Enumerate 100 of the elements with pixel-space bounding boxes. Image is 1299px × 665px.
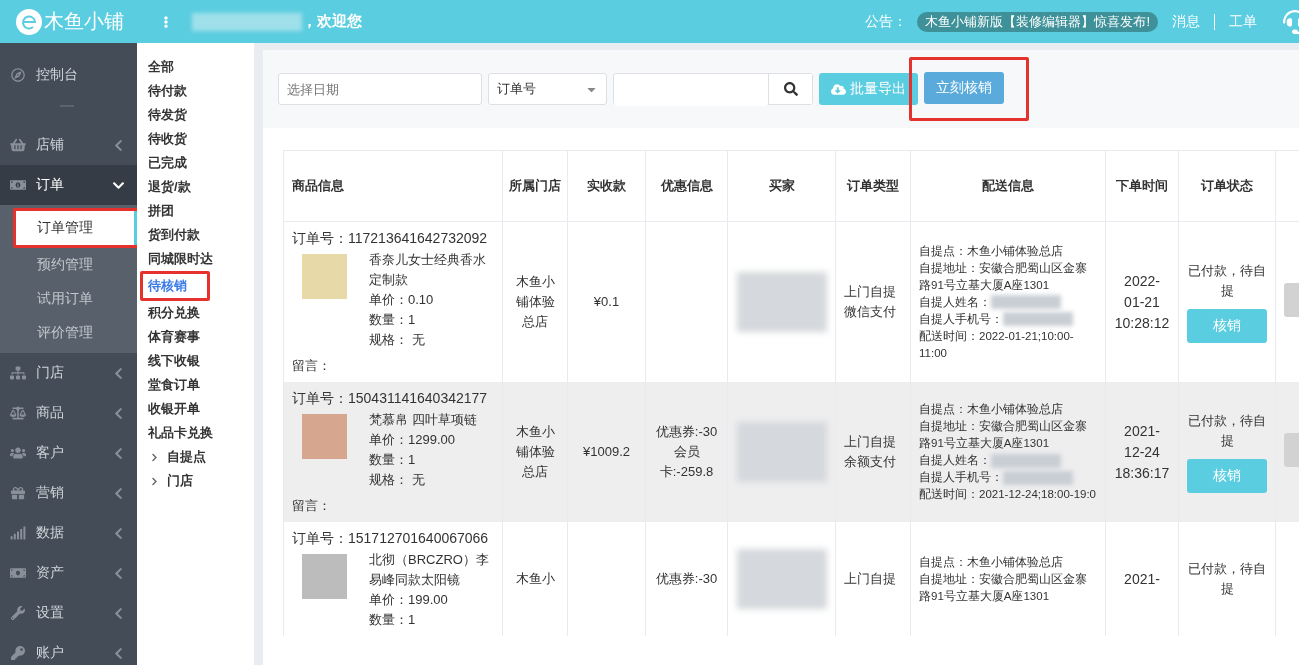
order-type-text: 上门自提 bbox=[844, 570, 897, 588]
sidebar-item[interactable]: 资产 bbox=[0, 553, 137, 593]
sidebar-subitem[interactable]: 订单管理 bbox=[16, 211, 137, 245]
chevron-right-icon bbox=[150, 452, 159, 462]
delivery-text: 自提地址：安徽合肥蜀山区金寨路91号立基大厦A座1301 bbox=[919, 261, 1087, 291]
message-label: 留言： bbox=[292, 357, 332, 375]
logo-icon bbox=[16, 8, 42, 35]
status-filter[interactable]: 门店 bbox=[150, 469, 193, 493]
status-filter[interactable]: 待付款 bbox=[148, 79, 187, 103]
photo-placeholder bbox=[302, 414, 347, 459]
order-time: 2021- bbox=[1124, 570, 1160, 587]
search-type-select[interactable]: 订单号 bbox=[488, 73, 607, 105]
chevron-left-icon bbox=[112, 566, 125, 580]
delivery-text: 自提点：木鱼小铺体验总店 bbox=[919, 555, 1063, 568]
column-header: 实收款 bbox=[567, 150, 646, 222]
sidebar-item[interactable]: 账户 bbox=[0, 633, 137, 665]
chevron-left-icon bbox=[112, 646, 125, 660]
users-icon bbox=[10, 446, 26, 460]
product-detail: 单价：1299.00 bbox=[369, 431, 456, 449]
status-filter[interactable]: 同城限时达 bbox=[148, 247, 213, 271]
product-detail: 单价：199.00 bbox=[369, 591, 449, 609]
chevron-right-icon bbox=[150, 476, 159, 486]
sitemap-icon bbox=[10, 366, 26, 380]
order-number: 订单号：151712701640067066 bbox=[292, 529, 490, 548]
notice-badge[interactable]: 木鱼小铺新版【装修编辑器】惊喜发布! bbox=[917, 11, 1158, 32]
sidebar-subitem[interactable]: 试用订单 bbox=[16, 282, 137, 316]
column-header: 配送信息 bbox=[910, 150, 1106, 222]
column-header: 下单时间 bbox=[1105, 150, 1179, 222]
discount-text: 会员卡:-259.8 bbox=[658, 443, 715, 481]
delivery-text: 自提点：木鱼小铺体验总店 bbox=[919, 403, 1063, 415]
photo-placeholder bbox=[302, 254, 347, 299]
chevron-left-icon bbox=[112, 526, 125, 540]
discount-text: 优惠券:-30 bbox=[654, 570, 719, 588]
sidebar-item[interactable]: 客户 bbox=[0, 433, 137, 473]
blurred-text bbox=[1003, 470, 1073, 485]
status-filter[interactable]: 退货/款 bbox=[148, 175, 191, 199]
blurred-text bbox=[991, 453, 1061, 468]
status-filter[interactable]: 积分兑换 bbox=[148, 301, 200, 325]
sidebar-subitem[interactable]: 预约管理 bbox=[16, 248, 137, 282]
product-name: 香奈儿女士经典香水定制款 bbox=[369, 251, 487, 289]
signal-icon bbox=[10, 526, 26, 540]
product-detail: 数量：1 bbox=[369, 311, 417, 329]
sidebar-item[interactable]: 设置 bbox=[0, 593, 137, 633]
product-name: 北彻（BRCZRO）李易峰同款太阳镜 bbox=[369, 551, 490, 589]
banknote-icon bbox=[10, 178, 26, 192]
search-button[interactable] bbox=[768, 74, 812, 104]
delivery-text: 自提人姓名： bbox=[919, 454, 991, 466]
delivery-text: 配送时间：2022-01-21;10:00-11:00 bbox=[919, 329, 1074, 359]
sidebar-item[interactable]: 数据 bbox=[0, 513, 137, 553]
chevron-left-icon bbox=[112, 138, 125, 152]
gift-icon bbox=[10, 486, 26, 500]
product-detail: 数量：1 bbox=[369, 611, 417, 629]
product-detail: 数量：1 bbox=[369, 451, 417, 469]
status-filter[interactable]: 全部 bbox=[148, 55, 174, 79]
delivery-text: 配送时间：2021-12-24;18:00-19:0 bbox=[919, 488, 1096, 500]
compass-icon bbox=[10, 68, 26, 82]
chevron-left-icon bbox=[112, 606, 125, 620]
sidebar-item[interactable]: 营销 bbox=[0, 473, 137, 513]
product-name: 梵慕帛 四叶草项链 bbox=[369, 411, 477, 429]
order-number: 订单号：117213641642732092 bbox=[292, 229, 489, 248]
notice-label: 公告： bbox=[865, 12, 908, 31]
welcome-text: ，欢迎您 bbox=[302, 12, 362, 31]
store-name: 木鱼小铺体验总店 bbox=[515, 274, 555, 329]
order-status: 已付款，待自提 bbox=[1187, 412, 1267, 450]
order-status: 已付款，待自提 bbox=[1187, 560, 1267, 598]
column-header: 订单状态 bbox=[1178, 150, 1276, 222]
cloud-download-icon bbox=[831, 81, 846, 97]
search-field[interactable] bbox=[613, 73, 813, 105]
status-filter[interactable]: 已完成 bbox=[148, 151, 187, 175]
sidebar-item[interactable]: 商品 bbox=[0, 393, 137, 433]
amount-text: ¥0.1 bbox=[593, 294, 620, 309]
order-time: 2022-01-21 10:28:12 bbox=[1114, 272, 1170, 331]
status-filter[interactable]: 礼品卡兑换 bbox=[148, 421, 213, 445]
status-filter[interactable]: 货到付款 bbox=[148, 223, 200, 247]
sidebar-subitem[interactable]: 评价管理 bbox=[16, 316, 137, 350]
status-filter[interactable]: 堂食订单 bbox=[148, 373, 200, 397]
delivery-text: 自提地址：安徽合肥蜀山区金寨路91号立基大厦A座1301 bbox=[919, 420, 1087, 449]
date-field[interactable]: 选择日期 bbox=[278, 73, 482, 105]
sidebar-item[interactable]: 门店 bbox=[0, 353, 137, 393]
status-filter[interactable]: 待收货 bbox=[148, 127, 187, 151]
status-filter[interactable]: 线下收银 bbox=[148, 349, 200, 373]
delivery-text: 自提地址：安徽合肥蜀山区金寨路91号立基大厦A座1301 bbox=[919, 572, 1087, 602]
status-filter[interactable]: 体育赛事 bbox=[148, 325, 200, 349]
chevron-left-icon bbox=[112, 486, 125, 500]
status-filter[interactable]: 待发货 bbox=[148, 103, 187, 127]
sidebar-item[interactable]: 店铺 bbox=[0, 125, 137, 165]
sidebar-item[interactable]: 订单 bbox=[0, 165, 137, 205]
blurred-text bbox=[991, 295, 1061, 310]
scale-icon bbox=[10, 406, 26, 420]
order-type-text: 上门自提 bbox=[844, 433, 897, 451]
sidebar-item[interactable]: 控制台 bbox=[0, 55, 137, 95]
order-type-text: 微信支付 bbox=[844, 303, 897, 321]
order-time: 2021-12-24 18:36:17 bbox=[1114, 422, 1170, 481]
status-filter[interactable]: 拼团 bbox=[148, 199, 174, 223]
status-filter[interactable]: 收银开单 bbox=[148, 397, 200, 421]
key-icon bbox=[10, 646, 26, 660]
status-filter[interactable]: 待核销 bbox=[148, 274, 187, 298]
chevron-left-icon bbox=[112, 366, 125, 380]
banknote-icon bbox=[10, 566, 26, 580]
status-filter[interactable]: 自提点 bbox=[150, 445, 206, 469]
